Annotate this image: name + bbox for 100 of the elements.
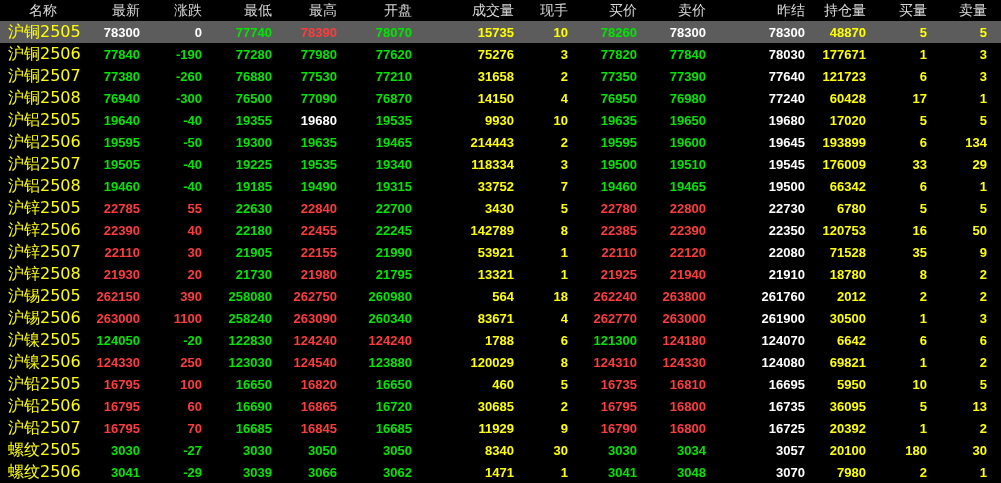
table-cell-text: 9 (978, 244, 987, 260)
table-cell-text: 78300 (767, 24, 805, 40)
table-row[interactable]: 沪铜2505 78300 0 77740 78390 78070 15735 10 78260 78300 78300 48870 5 5 (0, 21, 1001, 43)
column-header[interactable]: 成交量 (412, 1, 514, 20)
column-header[interactable]: 买量 (866, 1, 927, 20)
table-cell-text: 250 (179, 354, 202, 370)
table-cell-text: 22155 (299, 244, 337, 260)
table-row[interactable]: 沪锌2505 22785 55 22630 22840 22700 3430 5 22780 22800 22730 6780 5 5 (0, 197, 1001, 219)
table-cell-text: 19500 (767, 178, 805, 194)
table-cell-text: 76940 (102, 90, 140, 106)
table-cell-text: 124080 (760, 354, 805, 370)
column-header[interactable]: 最低 (202, 1, 272, 20)
table-cell-text: 66342 (828, 178, 866, 194)
table-cell-text: 22110 (103, 244, 140, 260)
table-cell-text: 460 (491, 376, 514, 392)
table-row[interactable]: 沪锡2506 263000 1100 258240 263090 260340 83671 4 262770 263000 261900 30500 1 3 (0, 307, 1001, 329)
table-cell-text: 77840 (102, 46, 140, 62)
table-cell-text: 177671 (821, 46, 866, 62)
table-cell-text: 21990 (374, 244, 412, 260)
table-cell-text: 123030 (227, 354, 272, 370)
table-row[interactable]: 沪镍2506 124330 250 123030 124540 123880 120029 8 124310 124330 124080 69821 1 2 (0, 351, 1001, 373)
table-row[interactable]: 沪铝2507 19505 -40 19225 19535 19340 118334 3 19500 19510 19545 176009 33 29 (0, 153, 1001, 175)
table-row[interactable]: 沪锌2507 22110 30 21905 22155 21990 53921 1 22110 22120 22080 71528 35 9 (0, 241, 1001, 263)
table-cell-text: 3057 (775, 442, 805, 458)
table-row[interactable]: 沪镍2505 124050 -20 122830 124240 124240 1788 6 121300 124180 124070 6642 6 6 (0, 329, 1001, 351)
column-header[interactable]: 现手 (514, 1, 568, 20)
table-cell-text: 262770 (592, 310, 637, 326)
table-row[interactable]: 螺纹2505 3030 -27 3030 3050 3050 8340 30 3030 3034 3057 20100 180 30 (0, 439, 1001, 461)
table-cell-text: 19460 (102, 178, 140, 194)
table-row[interactable]: 沪锡2505 262150 390 258080 262750 260980 564 18 262240 263800 261760 2012 2 2 (0, 285, 1001, 307)
column-header[interactable]: 卖价 (637, 1, 706, 20)
table-cell-text: 3041 (110, 464, 140, 480)
table-cell-text: 3034 (676, 442, 706, 458)
table-cell-text: 3030 (110, 442, 140, 458)
table-row[interactable]: 螺纹2506 3041 -29 3039 3066 3062 1471 1 3041 3048 3070 7980 2 1 (0, 461, 1001, 483)
table-cell-text: 22785 (102, 200, 140, 216)
table-cell-text: 2 (978, 288, 987, 304)
table-cell-text: 22780 (599, 200, 637, 216)
table-row[interactable]: 沪铜2506 77840 -190 77280 77980 77620 75276 3 77820 77840 78030 177671 1 3 (0, 43, 1001, 65)
table-row[interactable]: 沪铅2506 16795 60 16690 16865 16720 30685 2 16795 16800 16735 36095 5 13 (0, 395, 1001, 417)
table-cell-text: 60 (186, 398, 202, 414)
table-cell-text: 19340 (374, 156, 412, 172)
column-header[interactable]: 昨结 (706, 1, 805, 20)
column-header[interactable]: 开盘 (337, 1, 412, 20)
column-header[interactable]: 最新 (82, 1, 140, 20)
table-cell-text: 16790 (599, 420, 637, 436)
contract-name: 沪锡2505 (7, 287, 81, 305)
table-cell-text: 19640 (102, 112, 140, 128)
table-cell-text: 180 (904, 442, 927, 458)
table-cell-text: 19595 (102, 134, 140, 150)
table-row[interactable]: 沪铜2508 76940 -300 76500 77090 76870 14150 4 76950 76980 77240 60428 17 1 (0, 87, 1001, 109)
table-row[interactable]: 沪锌2508 21930 20 21730 21980 21795 13321 1 21925 21940 21910 18780 8 2 (0, 263, 1001, 285)
table-cell-text: 263800 (661, 288, 706, 304)
contract-name: 沪铅2507 (7, 419, 81, 437)
table-cell-text: 17020 (828, 112, 866, 128)
contract-name: 螺纹2506 (7, 463, 81, 481)
table-cell-text: 16795 (102, 398, 140, 414)
table-cell-text: 16795 (102, 420, 140, 436)
table-cell-text: 16685 (374, 420, 412, 436)
contract-name: 沪锡2506 (7, 309, 81, 327)
table-row[interactable]: 沪铝2506 19595 -50 19300 19635 19465 214443 2 19595 19600 19645 193899 6 134 (0, 131, 1001, 153)
table-cell-text: 121723 (821, 68, 866, 84)
table-cell-text: 261760 (760, 288, 805, 304)
table-cell-text: 5 (918, 112, 927, 128)
table-row[interactable]: 沪铅2505 16795 100 16650 16820 16650 460 5 16735 16810 16695 5950 10 5 (0, 373, 1001, 395)
table-cell-text: 55 (186, 200, 202, 216)
column-header[interactable]: 涨跌 (140, 1, 202, 20)
table-cell-text: 16865 (299, 398, 337, 414)
table-row[interactable]: 沪锌2506 22390 40 22180 22455 22245 142789 8 22385 22390 22350 120753 16 50 (0, 219, 1001, 241)
table-cell-text: 21905 (234, 244, 272, 260)
table-row[interactable]: 沪铝2508 19460 -40 19185 19490 19315 33752 7 19460 19465 19500 66342 6 1 (0, 175, 1001, 197)
table-cell-text: 19535 (374, 112, 412, 128)
table-cell-text: 22390 (668, 222, 706, 238)
table-cell-text: 263000 (95, 310, 140, 326)
table-cell-text: 21925 (599, 266, 637, 282)
contract-name: 沪铅2505 (7, 375, 81, 393)
table-row[interactable]: 沪铅2507 16795 70 16685 16845 16685 11929 9 16790 16800 16725 20392 1 2 (0, 417, 1001, 439)
table-cell-text: 48870 (828, 24, 866, 40)
table-cell-text: 100 (179, 376, 202, 392)
column-header[interactable]: 最高 (272, 1, 337, 20)
table-cell-text: 261900 (760, 310, 805, 326)
table-cell-text: 8 (559, 354, 568, 370)
table-cell-text: 30685 (476, 398, 514, 414)
table-cell-text: 77380 (102, 68, 140, 84)
table-cell-text: -190 (174, 46, 202, 62)
table-cell-text: 19635 (299, 134, 337, 150)
table-cell-text: 124070 (760, 332, 805, 348)
table-cell-text: 3066 (307, 464, 337, 480)
column-header[interactable]: 名称 (0, 1, 82, 20)
table-cell-text: 124240 (367, 332, 412, 348)
contract-name: 沪锌2507 (7, 243, 81, 261)
table-cell-text: 1100 (172, 310, 202, 326)
table-cell-text: 8 (918, 266, 927, 282)
column-header[interactable]: 买价 (568, 1, 637, 20)
table-cell-text: 21930 (102, 266, 140, 282)
table-row[interactable]: 沪铜2507 77380 -260 76880 77530 77210 31658 2 77350 77390 77640 121723 6 3 (0, 65, 1001, 87)
table-row[interactable]: 沪铝2505 19640 -40 19355 19680 19535 9930 10 19635 19650 19680 17020 5 5 (0, 109, 1001, 131)
contract-name: 沪铅2506 (7, 397, 81, 415)
column-header[interactable]: 卖量 (927, 1, 987, 20)
column-header[interactable]: 持仓量 (805, 1, 866, 20)
